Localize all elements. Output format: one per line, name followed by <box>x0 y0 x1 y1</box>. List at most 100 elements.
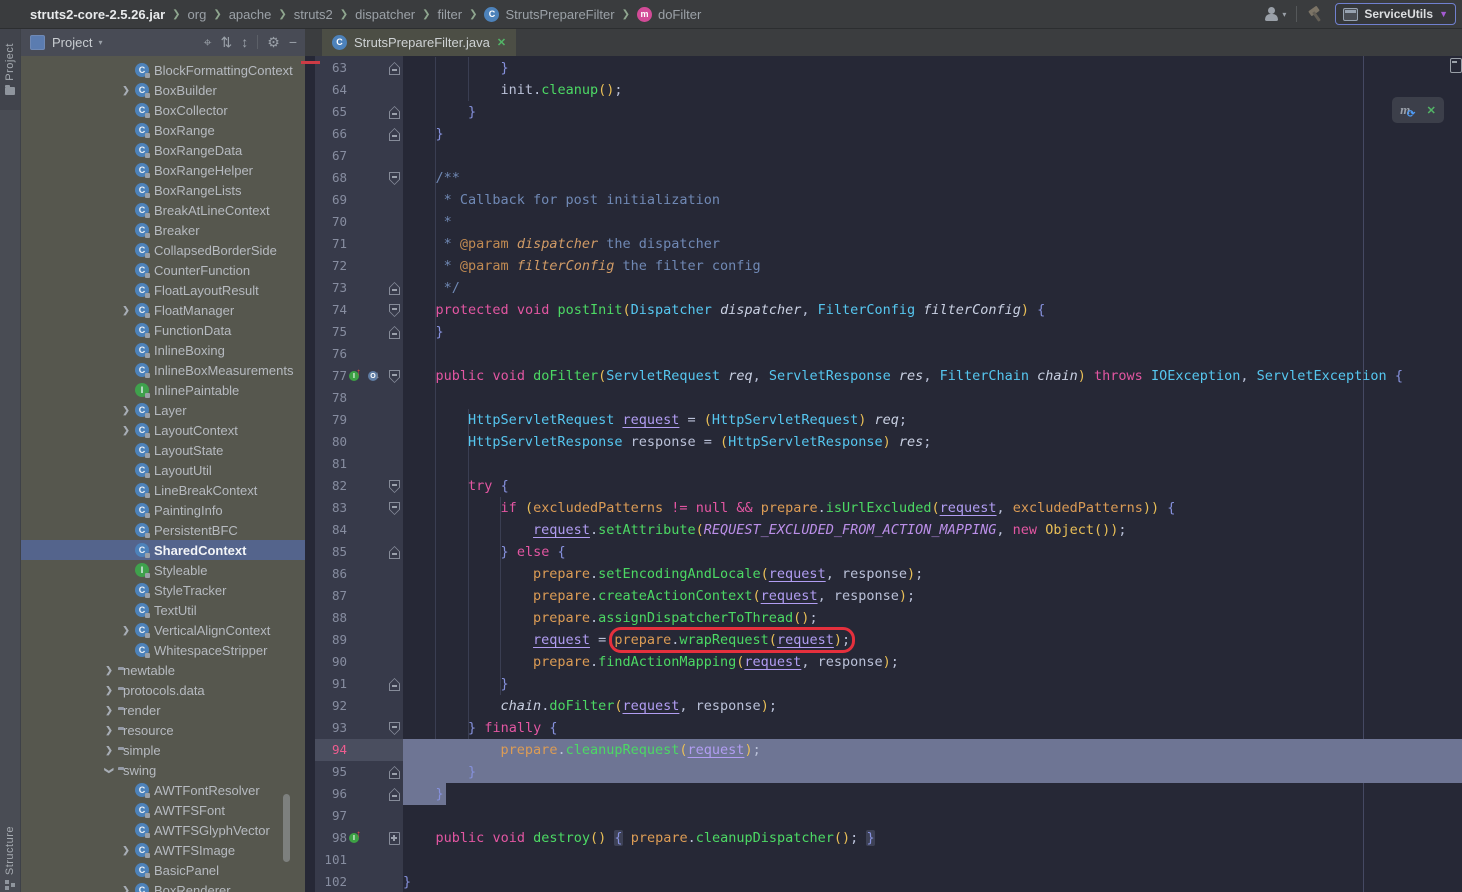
tree-item-AWTFSFont[interactable]: CAWTFSFont <box>20 800 305 820</box>
tree-item-Breaker[interactable]: CBreaker <box>20 220 305 240</box>
tree-item-InlineBoxMeasurements[interactable]: CInlineBoxMeasurements <box>20 360 305 380</box>
tree-chevron-icon[interactable]: ❯ <box>117 625 135 636</box>
breadcrumb-item[interactable]: org <box>188 7 207 22</box>
tree-chevron-icon[interactable]: ❯ <box>100 665 118 676</box>
code-text[interactable]: chain.doFilter(request, response); <box>403 695 777 717</box>
code-text[interactable]: * @param filterConfig the filter config <box>403 255 761 277</box>
code-text[interactable]: request = prepare.wrapRequest(request); <box>403 629 850 651</box>
tree-item-SharedContext[interactable]: CSharedContext <box>20 540 305 560</box>
vcs-user-button[interactable]: ▾ <box>1264 7 1286 21</box>
tree-item-AWTFSImage[interactable]: ❯CAWTFSImage <box>20 840 305 860</box>
tree-item-CounterFunction[interactable]: CCounterFunction <box>20 260 305 280</box>
code-text[interactable]: } <box>403 871 411 892</box>
code-text[interactable]: request.setAttribute(REQUEST_EXCLUDED_FR… <box>403 519 1127 541</box>
stripe-project-button[interactable]: Project <box>0 28 20 110</box>
code-text[interactable]: prepare.createActionContext(request, res… <box>403 585 915 607</box>
tree-chevron-icon[interactable]: ❯ <box>117 85 135 96</box>
code-text[interactable]: init.cleanup(); <box>403 79 623 101</box>
hide-panel-icon[interactable]: − <box>289 35 297 49</box>
code-text[interactable]: } <box>403 761 476 783</box>
fold-marker-icon[interactable] <box>389 788 400 801</box>
tree-item-LayoutState[interactable]: CLayoutState <box>20 440 305 460</box>
close-icon[interactable]: ✕ <box>497 36 506 49</box>
code-text[interactable]: } else { <box>403 541 566 563</box>
tree-chevron-icon[interactable]: ❯ <box>117 845 135 856</box>
tree-chevron-icon[interactable]: ❯ <box>104 761 115 779</box>
tree-item-BlockFormattingContext[interactable]: CBlockFormattingContext <box>20 60 305 80</box>
tree-item-swing[interactable]: ❯swing <box>20 760 305 780</box>
collapse-all-icon[interactable]: ↕ <box>241 35 248 49</box>
fold-marker-icon[interactable] <box>389 304 400 317</box>
tree-item-WhitespaceStripper[interactable]: CWhitespaceStripper <box>20 640 305 660</box>
stripe-structure-button[interactable]: Structure <box>0 826 20 890</box>
run-configuration-select[interactable]: ServiceUtils ▼ <box>1335 3 1456 25</box>
code-text[interactable]: } <box>403 783 444 805</box>
tree-chevron-icon[interactable]: ❯ <box>100 745 118 756</box>
tree-item-InlinePaintable[interactable]: IInlinePaintable <box>20 380 305 400</box>
tree-item-protocols.data[interactable]: ❯protocols.data <box>20 680 305 700</box>
code-text[interactable]: HttpServletResponse response = (HttpServ… <box>403 431 931 453</box>
overrides-marker-icon[interactable]: I↑ <box>349 369 364 383</box>
breadcrumb-item[interactable]: filter <box>438 7 463 22</box>
tree-item-TextUtil[interactable]: CTextUtil <box>20 600 305 620</box>
code-text[interactable]: public void doFilter(ServletRequest req,… <box>403 365 1403 387</box>
settings-gear-icon[interactable]: ⚙ <box>267 35 280 49</box>
tree-item-FloatManager[interactable]: ❯CFloatManager <box>20 300 305 320</box>
tree-item-PaintingInfo[interactable]: CPaintingInfo <box>20 500 305 520</box>
tree-chevron-icon[interactable]: ❯ <box>117 305 135 316</box>
tree-item-BoxRenderer[interactable]: ❯CBoxRenderer <box>20 880 305 892</box>
fold-marker-icon[interactable] <box>389 326 400 339</box>
overridden-marker-icon[interactable]: O↓ <box>368 369 383 383</box>
editor-tab[interactable]: C StrutsPrepareFilter.java ✕ <box>322 28 516 56</box>
code-text[interactable]: * Callback for post initialization <box>403 189 720 211</box>
tree-item-BoxRange[interactable]: CBoxRange <box>20 120 305 140</box>
tree-chevron-icon[interactable]: ❯ <box>100 725 118 736</box>
breadcrumb-item[interactable]: struts2-core-2.5.26.jar <box>30 7 165 22</box>
tree-item-BoxRangeLists[interactable]: CBoxRangeLists <box>20 180 305 200</box>
tree-item-BoxRangeData[interactable]: CBoxRangeData <box>20 140 305 160</box>
gutter-method-icons[interactable]: I↑ <box>349 831 364 845</box>
overrides-marker-icon[interactable]: I↑ <box>349 831 364 845</box>
breadcrumb-item[interactable]: dispatcher <box>355 7 415 22</box>
code-text[interactable]: * <box>403 211 452 233</box>
tree-item-BoxCollector[interactable]: CBoxCollector <box>20 100 305 120</box>
code-text[interactable]: if (excludedPatterns != null && prepare.… <box>403 497 1175 519</box>
tree-item-newtable[interactable]: ❯newtable <box>20 660 305 680</box>
tree-item-AWTFSGlyphVector[interactable]: CAWTFSGlyphVector <box>20 820 305 840</box>
fold-marker-icon[interactable] <box>389 106 400 119</box>
code-text[interactable]: public void destroy() { prepare.cleanupD… <box>403 827 875 849</box>
project-scrollbar-thumb[interactable] <box>283 794 290 862</box>
editor-corner-icon[interactable] <box>1450 58 1462 73</box>
fold-marker-icon[interactable] <box>389 678 400 691</box>
tree-item-Layer[interactable]: ❯CLayer <box>20 400 305 420</box>
tree-item-StyleTracker[interactable]: CStyleTracker <box>20 580 305 600</box>
tree-item-PersistentBFC[interactable]: CPersistentBFC <box>20 520 305 540</box>
fold-marker-icon[interactable] <box>389 172 400 185</box>
fold-marker-icon[interactable] <box>389 282 400 295</box>
tree-chevron-icon[interactable]: ❯ <box>117 425 135 436</box>
tree-item-Styleable[interactable]: IStyleable <box>20 560 305 580</box>
code-text[interactable]: HttpServletRequest request = (HttpServle… <box>403 409 907 431</box>
fold-marker-icon[interactable] <box>389 766 400 779</box>
tree-item-LayoutContext[interactable]: ❯CLayoutContext <box>20 420 305 440</box>
tree-item-FloatLayoutResult[interactable]: CFloatLayoutResult <box>20 280 305 300</box>
code-text[interactable]: /** <box>403 167 460 189</box>
tree-item-LineBreakContext[interactable]: CLineBreakContext <box>20 480 305 500</box>
fold-marker-icon[interactable] <box>389 480 400 493</box>
tree-item-BreakAtLineContext[interactable]: CBreakAtLineContext <box>20 200 305 220</box>
tree-item-BoxRangeHelper[interactable]: CBoxRangeHelper <box>20 160 305 180</box>
tree-item-resource[interactable]: ❯resource <box>20 720 305 740</box>
tree-item-InlineBoxing[interactable]: CInlineBoxing <box>20 340 305 360</box>
code-text[interactable]: } <box>403 57 509 79</box>
code-text[interactable]: prepare.cleanupRequest(request); <box>403 739 761 761</box>
build-hammer-icon[interactable] <box>1307 6 1325 22</box>
tree-item-CollapsedBorderSide[interactable]: CCollapsedBorderSide <box>20 240 305 260</box>
tree-item-render[interactable]: ❯render <box>20 700 305 720</box>
project-panel-title[interactable]: Project <box>52 35 92 50</box>
code-text[interactable]: * @param dispatcher the dispatcher <box>403 233 720 255</box>
code-text[interactable]: } <box>403 321 444 343</box>
code-text[interactable]: protected void postInit(Dispatcher dispa… <box>403 299 1045 321</box>
tree-item-BoxBuilder[interactable]: ❯CBoxBuilder <box>20 80 305 100</box>
breadcrumb-item[interactable]: CStrutsPrepareFilter <box>484 7 614 22</box>
code-text[interactable]: prepare.findActionMapping(request, respo… <box>403 651 899 673</box>
